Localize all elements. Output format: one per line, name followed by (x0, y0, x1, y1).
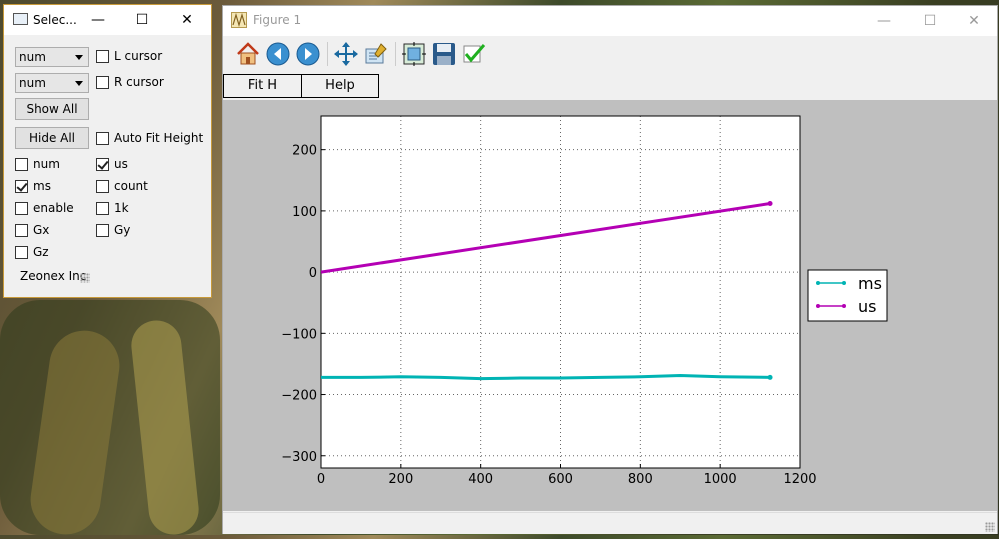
right-cursor-combo[interactable]: num (15, 73, 89, 93)
close-button[interactable]: ✕ (951, 6, 997, 36)
channel-label-count: count (114, 179, 148, 193)
auto-fit-height-label: Auto Fit Height (114, 131, 204, 145)
legend-marker-ms (816, 281, 820, 285)
maximize-button[interactable]: ☐ (907, 6, 953, 36)
y-tick-label: −200 (281, 389, 317, 404)
selector-minimize-button[interactable]: — (78, 5, 118, 35)
x-tick-label: 0 (317, 472, 325, 487)
channel-label-ms: ms (33, 179, 51, 193)
channel-label-us: us (114, 157, 128, 171)
selector-titlebar[interactable]: Selec... — ☐ ✕ (4, 5, 211, 35)
x-tick-label: 1000 (704, 472, 737, 487)
selector-title: Selec... (33, 13, 77, 27)
pan-icon[interactable] (333, 41, 359, 67)
legend-label-us: us (858, 297, 876, 316)
x-tick-label: 600 (548, 472, 573, 487)
minimize-button[interactable]: — (861, 6, 907, 36)
right-cursor-combo-value: num (19, 76, 46, 90)
channel-checkbox-1k[interactable] (96, 202, 109, 215)
y-tick-label: 100 (292, 205, 317, 220)
legend-marker-ms (842, 281, 846, 285)
resize-grip[interactable] (985, 522, 995, 532)
configure-icon[interactable] (363, 41, 389, 67)
figure-title: Figure 1 (253, 13, 302, 27)
figure-window: Figure 1 — ☐ ✕ Fit H Help 0 200 400 600 … (222, 5, 998, 534)
y-tick-label: −100 (281, 327, 317, 342)
selector-close-button[interactable]: ✕ (167, 5, 207, 35)
selector-maximize-button[interactable]: ☐ (122, 5, 162, 35)
subplots-icon[interactable] (401, 41, 427, 67)
l-cursor-label: L cursor (114, 49, 163, 63)
home-icon[interactable] (235, 41, 261, 67)
selector-window: Selec... — ☐ ✕ num L cursor num R cursor… (3, 4, 212, 298)
chevron-down-icon (75, 81, 83, 86)
figure-app-icon (231, 12, 247, 28)
line-chart[interactable]: 0 200 400 600 800 1000 12002001000−100−200−300… (223, 100, 997, 511)
auto-fit-height-checkbox[interactable] (96, 132, 109, 145)
channel-label-gz: Gz (33, 245, 49, 259)
channel-label-gx: Gx (33, 223, 50, 237)
check-icon[interactable] (461, 41, 487, 67)
y-tick-label: 0 (309, 266, 317, 281)
resize-grip[interactable] (80, 273, 90, 283)
channel-label-enable: enable (33, 201, 74, 215)
r-cursor-label: R cursor (114, 75, 164, 89)
legend-marker-us (842, 304, 846, 308)
plot-canvas[interactable]: 0 200 400 600 800 1000 1200 200 100 0 −100 −200 −300… (223, 100, 997, 511)
channel-checkbox-enable[interactable] (15, 202, 28, 215)
channel-label-num: num (33, 157, 60, 171)
x-tick-label: 800 (628, 472, 653, 487)
channel-checkbox-count[interactable] (96, 180, 109, 193)
toolbar-separator (395, 42, 396, 66)
forward-icon[interactable] (295, 41, 321, 67)
legend-marker-us (816, 304, 820, 308)
back-icon[interactable] (265, 41, 291, 67)
left-cursor-combo-value: num (19, 50, 46, 64)
r-cursor-checkbox[interactable] (96, 76, 109, 89)
status-bar (223, 512, 997, 534)
series-point-us (767, 201, 773, 207)
l-cursor-checkbox[interactable] (96, 50, 109, 63)
channel-checkbox-gz[interactable] (15, 246, 28, 259)
left-cursor-combo[interactable]: num (15, 47, 89, 67)
y-tick-label: −300 (281, 450, 317, 465)
fit-h-button[interactable]: Fit H (223, 74, 302, 98)
x-tick-label: 200 (388, 472, 413, 487)
series-point-ms (767, 374, 773, 380)
figure-titlebar[interactable]: Figure 1 — ☐ ✕ (223, 6, 997, 36)
show-all-button[interactable]: Show All (15, 98, 89, 120)
y-tick-label: 200 (292, 144, 317, 159)
channel-checkbox-num[interactable] (15, 158, 28, 171)
toolbar-separator (327, 42, 328, 66)
channel-checkbox-gx[interactable] (15, 224, 28, 237)
channel-checkbox-ms[interactable] (15, 180, 28, 193)
hide-all-button[interactable]: Hide All (15, 127, 89, 149)
channel-checkbox-gy[interactable] (96, 224, 109, 237)
legend-label-ms: ms (858, 274, 882, 293)
channel-checkbox-us[interactable] (96, 158, 109, 171)
channel-label-1k: 1k (114, 201, 129, 215)
channel-label-gy: Gy (114, 223, 131, 237)
x-tick-label: 1200 (783, 472, 816, 487)
save-icon[interactable] (431, 41, 457, 67)
x-tick-label: 400 (468, 472, 493, 487)
selector-app-icon (13, 13, 28, 25)
footer-label: Zeonex Inc (20, 269, 87, 283)
figure-toolbar (223, 36, 997, 72)
chevron-down-icon (75, 55, 83, 60)
help-button[interactable]: Help (301, 74, 379, 98)
